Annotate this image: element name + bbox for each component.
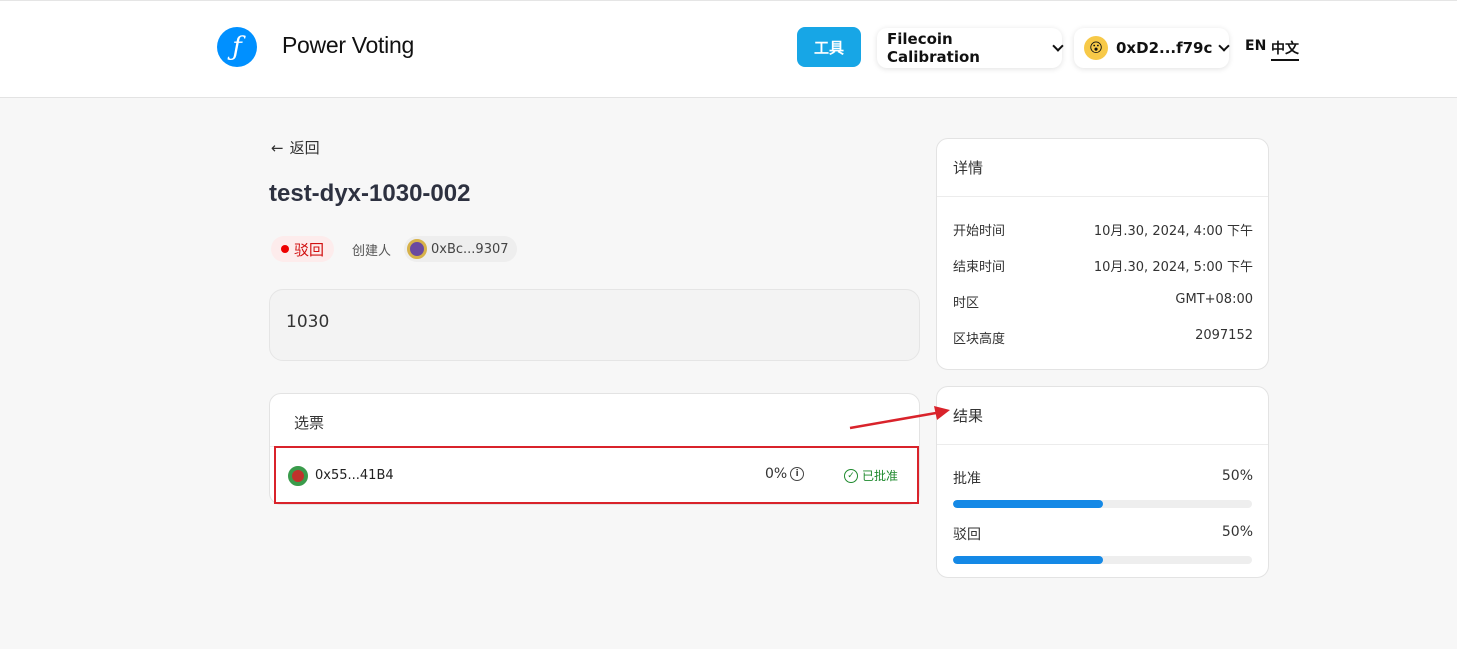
detail-value: 2097152 <box>1195 328 1253 343</box>
network-selector[interactable]: Filecoin Calibration <box>877 28 1064 68</box>
results-card: 结果 批准 50% 驳回 50% <box>936 386 1269 578</box>
detail-row-start-time: 开始时间 10月.30, 2024, 4:00 下午 <box>953 220 1253 239</box>
voter-avatar-icon <box>288 466 308 486</box>
network-label: Filecoin Calibration <box>887 30 980 66</box>
wallet-avatar-icon: 😮 <box>1084 36 1108 60</box>
vote-status: ✓ 已批准 <box>844 467 898 484</box>
detail-label: 开始时间 <box>953 224 1006 239</box>
detail-label: 区块高度 <box>953 332 1006 347</box>
creator-label: 创建人 <box>352 244 392 259</box>
detail-label: 时区 <box>953 296 980 311</box>
creator-address-chip[interactable]: 0xBc...9307 <box>404 236 517 262</box>
result-progress-fill <box>953 556 1103 564</box>
vote-percent: 0% i <box>765 466 805 482</box>
detail-row-end-time: 结束时间 10月.30, 2024, 5:00 下午 <box>953 256 1253 275</box>
details-card: 详情 开始时间 10月.30, 2024, 4:00 下午 结束时间 10月.3… <box>936 138 1269 370</box>
detail-value: 10月.30, 2024, 5:00 下午 <box>1093 260 1253 275</box>
lang-en-link[interactable]: EN <box>1245 38 1266 54</box>
chevron-down-icon <box>1218 39 1231 52</box>
detail-row-block-height: 区块高度 2097152 <box>953 328 1253 347</box>
vote-percent-value: 0% <box>765 466 788 482</box>
voter-address: 0x55...41B4 <box>315 468 394 483</box>
chevron-down-icon <box>1052 39 1064 52</box>
status-label: 驳回 <box>294 240 325 259</box>
result-percent: 50% <box>1221 468 1253 484</box>
wallet-selector[interactable]: 😮 0xD2...f79c <box>1074 28 1231 68</box>
vote-status-label: 已批准 <box>862 469 899 483</box>
result-label: 批准 <box>953 471 981 487</box>
detail-label: 结束时间 <box>953 260 1006 275</box>
result-row-reject: 驳回 50% <box>953 524 1253 564</box>
wallet-address: 0xD2...f79c <box>1116 39 1213 57</box>
votes-card: 选票 0x55...41B4 0% i ✓ 已批准 <box>269 393 920 505</box>
filecoin-logo-icon[interactable]: ƒ <box>217 27 257 67</box>
top-navbar: ƒ Power Voting 工具 Filecoin Calibration 😮… <box>0 0 1457 98</box>
proposal-description: 1030 <box>269 289 920 361</box>
creator-address: 0xBc...9307 <box>431 241 509 257</box>
proposal-title: test-dyx-1030-002 <box>269 180 471 207</box>
app-title: Power Voting <box>282 32 414 58</box>
divider <box>937 196 1268 197</box>
result-label: 驳回 <box>953 527 981 543</box>
result-progress-bar <box>953 500 1252 508</box>
check-circle-icon: ✓ <box>844 468 858 483</box>
back-label: 返回 <box>289 139 320 157</box>
result-progress-bar <box>953 556 1252 564</box>
lang-zh-link[interactable]: 中文 <box>1271 38 1299 61</box>
arrow-left-icon: ← <box>271 138 284 157</box>
tools-button[interactable]: 工具 <box>797 27 861 67</box>
result-progress-fill <box>953 500 1103 508</box>
status-badge: 驳回 <box>271 236 335 262</box>
details-heading: 详情 <box>953 159 984 177</box>
detail-row-timezone: 时区 GMT+08:00 <box>953 292 1253 311</box>
detail-value: GMT+08:00 <box>1175 292 1253 307</box>
detail-value: 10月.30, 2024, 4:00 下午 <box>1093 224 1253 239</box>
vote-row[interactable]: 0x55...41B4 0% i ✓ 已批准 <box>274 446 919 504</box>
status-dot-icon <box>281 245 289 253</box>
back-link[interactable]: ← 返回 <box>271 137 320 158</box>
results-heading: 结果 <box>953 407 984 425</box>
result-percent: 50% <box>1221 524 1253 540</box>
votes-heading: 选票 <box>294 414 325 432</box>
info-icon[interactable]: i <box>790 467 805 481</box>
creator-avatar-icon <box>407 239 427 259</box>
divider <box>937 444 1268 445</box>
result-row-approve: 批准 50% <box>953 468 1253 508</box>
